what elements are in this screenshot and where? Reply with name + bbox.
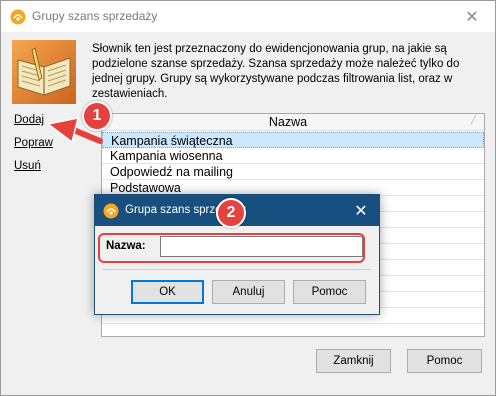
step-badge-2: 2: [216, 198, 246, 228]
arrow-icon: [46, 117, 103, 144]
step-badge-1: 1: [82, 101, 112, 131]
